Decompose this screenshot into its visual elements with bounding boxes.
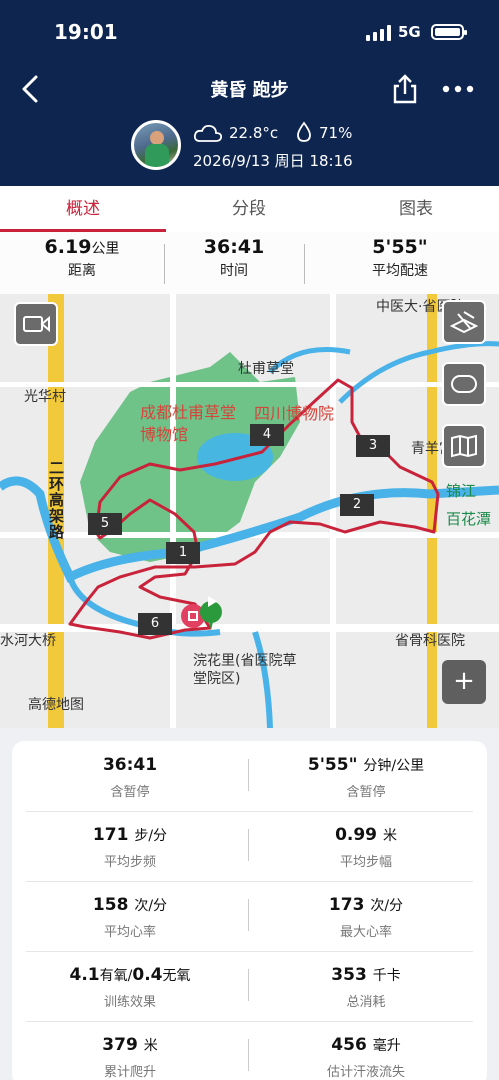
signal-icon [366,24,392,41]
stat-max-hr: 173 次/分 最大心率 [328,895,404,940]
header: 19:01 5G 黄昏 跑步 22.8°c 71% 2026/9/13 周日 1… [0,0,499,186]
map-label-dufu: 杜甫草堂 [238,361,294,377]
temperature: 22.8°c [229,124,279,142]
map-book-icon [451,434,477,458]
km-marker-1[interactable]: 1 [166,542,200,564]
km-marker-2[interactable]: 2 [340,494,374,516]
summary-strip: 6.19公里 距离 36:41 时间 5'55" 平均配速 [0,232,499,294]
tab-charts[interactable]: 图表 [333,186,499,232]
map-label-huanhuali: 浣花里(省医院草堂院区) [193,653,297,687]
route-map[interactable]: 6.19公里 距离 36:41 时间 5'55" 平均配速 中医大·省医院 杜甫… [0,232,499,728]
km-marker-6[interactable]: 6 [138,613,172,635]
amap-logo: 高德地图 [28,697,84,713]
share-icon [393,74,417,104]
summary-pace: 5'55" 平均配速 [372,236,428,279]
map-label-jinjiang: 锦江 [446,482,477,500]
stat-avg-pace: 5'55" 分钟/公里 含暂停 [307,755,425,800]
stats-card: 36:41 含暂停 5'55" 分钟/公里 含暂停 171 步/分 平均步频 0… [12,741,487,1080]
cloud-icon [193,124,223,142]
km-marker-5[interactable]: 5 [88,513,122,535]
battery-icon [431,24,467,40]
stat-total-time: 36:41 含暂停 [102,755,158,800]
tab-bar: 概述 分段 图表 [0,186,499,232]
humidity-drop-icon [297,121,311,142]
map-style-button[interactable] [442,300,486,344]
more-button[interactable] [440,76,476,102]
stat-training-effect: 4.1有氧/0.4无氧 训练效果 [69,965,191,1010]
summary-time: 36:41 时间 [203,236,265,279]
route-loop-icon [451,375,477,393]
map-label-shuihe: 水河大桥 [0,633,56,649]
stat-calories: 353 千卡 总消耗 [331,965,401,1010]
tab-splits[interactable]: 分段 [166,186,332,232]
map-label-museum-sc: 四川博物院 [254,404,335,423]
video-button[interactable] [14,302,58,346]
status-bar: 19:01 5G [0,0,499,66]
humidity: 71% [319,124,353,142]
avatar[interactable] [131,120,181,170]
km-marker-3[interactable]: 3 [356,435,390,457]
route-toggle-button[interactable] [442,362,486,406]
network-type: 5G [398,23,421,41]
summary-distance: 6.19公里 距离 [44,236,120,279]
more-dots-icon [442,85,474,93]
stat-avg-hr: 158 次/分 平均心率 [92,895,168,940]
map-label-baihuatan: 百花潭 [446,510,492,528]
map-label-erhuan: 二环高架路 [47,460,65,540]
tab-overview[interactable]: 概述 [0,186,166,232]
stat-sweat-loss: 456 毫升 估计汗液流失 [326,1035,405,1080]
stat-elevation-gain: 379 米 累计爬升 [102,1035,158,1080]
map-label-museum-dufu: 成都杜甫草堂博物馆 [140,403,237,444]
map-label-guanghua: 光华村 [24,389,66,405]
map-view-button[interactable] [442,424,486,468]
map-layers-icon [449,311,479,334]
status-time: 19:01 [54,20,118,44]
page-title: 黄昏 跑步 [210,80,289,101]
stat-cadence: 171 步/分 平均步频 [92,825,168,870]
map-label-shenggu: 省骨科医院 [395,633,465,649]
video-camera-icon [23,315,50,333]
activity-datetime: 2026/9/13 周日 18:16 [193,152,353,170]
share-button[interactable] [390,72,420,106]
stat-stride: 0.99 米 平均步幅 [335,825,397,870]
km-marker-4[interactable]: 4 [250,424,284,446]
zoom-in-button[interactable]: + [442,660,486,704]
